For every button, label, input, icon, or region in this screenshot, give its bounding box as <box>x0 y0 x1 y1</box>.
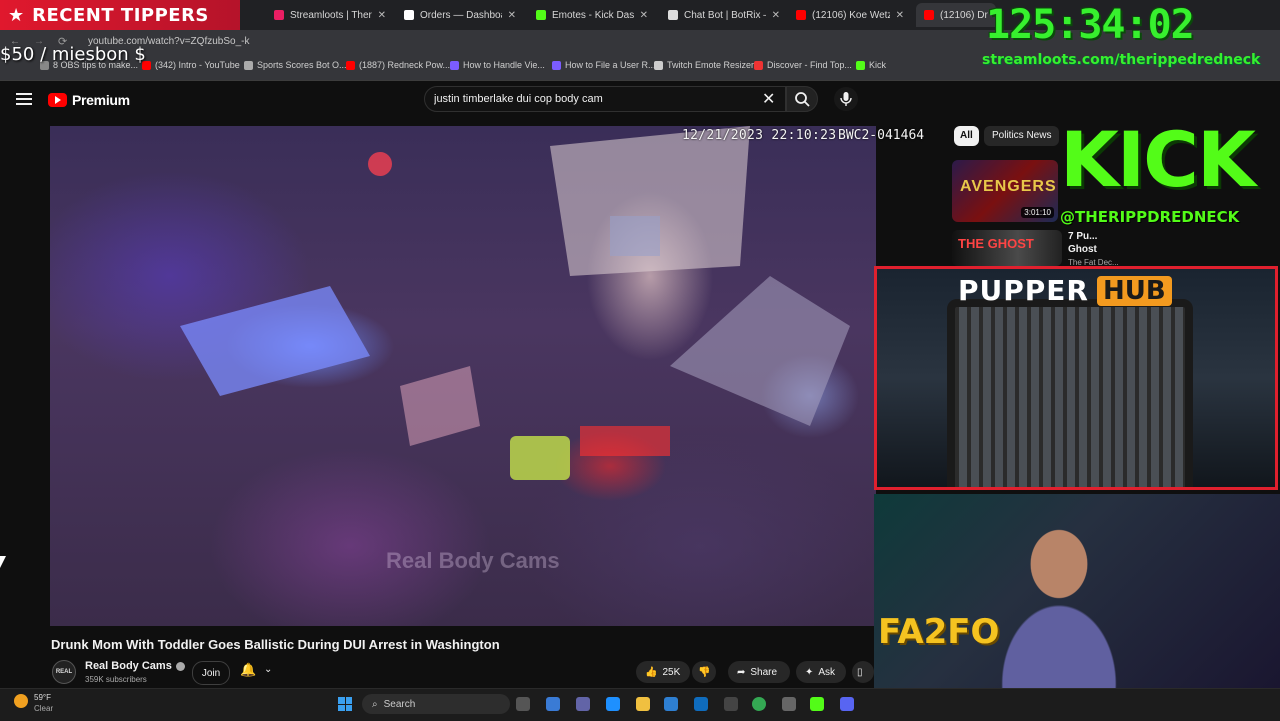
like-button[interactable]: 👍 25K <box>636 661 690 683</box>
taskbar-search[interactable]: ⌕ Search <box>362 694 510 714</box>
streamer <box>984 524 1134 688</box>
store-icon[interactable] <box>664 697 678 711</box>
tab-orders[interactable]: Orders — Dashboard✕ <box>396 3 524 27</box>
subscriber-count: 359K subscribers <box>85 675 147 684</box>
botrix-icon <box>668 10 678 20</box>
bodycam-id: BWC2-041464 <box>838 128 925 143</box>
kick-icon <box>856 60 865 70</box>
globe-icon <box>654 60 663 70</box>
duration-badge: 3:01:10 <box>1021 207 1054 218</box>
weather-icon[interactable] <box>14 694 28 708</box>
bookmark-icon: ▯ <box>857 666 863 678</box>
ask-button[interactable]: ✦ Ask <box>796 661 846 683</box>
join-button[interactable]: Join <box>192 661 230 685</box>
kick-icon[interactable] <box>810 697 824 711</box>
verified-icon <box>175 661 185 671</box>
tab-streamloots[interactable]: Streamloots | Therippe✕ <box>266 3 394 27</box>
tab-koe-wetzel[interactable]: (12106) Koe Wetzel - S✕ <box>788 3 912 27</box>
copilot-icon[interactable] <box>546 697 560 711</box>
chip-all[interactable]: All <box>954 126 979 146</box>
streamloots-icon <box>274 10 284 20</box>
close-icon[interactable]: ✕ <box>772 10 780 21</box>
sparkle-icon: ✦ <box>805 666 814 678</box>
recommended-thumbnail[interactable]: THE GHOST <box>952 230 1062 266</box>
youtube-icon <box>796 10 806 20</box>
page-icon <box>404 10 414 20</box>
search-input[interactable] <box>434 92 754 106</box>
streamer-webcam <box>874 494 1280 688</box>
youtube-icon <box>924 10 934 20</box>
bodycam-timestamp: 12/21/2023 22:10:23 <box>682 128 837 143</box>
twitch-icon <box>552 60 561 70</box>
kick-handle: @THERIPPDREDNECK <box>1060 208 1240 226</box>
tab-emotes[interactable]: Emotes - Kick Dashboa✕ <box>528 3 656 27</box>
streamloots-url: streamloots.com/therippedredneck <box>982 52 1261 68</box>
save-button[interactable]: ▯ <box>852 661 874 683</box>
weather-condition: Clear <box>34 704 54 713</box>
clear-search-icon[interactable]: ✕ <box>762 89 775 109</box>
thumbs-down-icon: 👎 <box>698 666 711 678</box>
weather-temperature: 59°F <box>34 693 51 702</box>
chevron-down-icon[interactable]: ⌄ <box>264 664 272 675</box>
twitch-icon <box>450 60 459 70</box>
search-icon <box>795 92 810 107</box>
voice-search-button[interactable] <box>834 87 858 111</box>
recommended-thumbnail[interactable]: AVENGERS 3:01:10 <box>952 160 1058 222</box>
channel-name[interactable]: Real Body Cams <box>85 660 185 672</box>
windows-start-icon[interactable] <box>338 697 352 711</box>
close-icon[interactable]: ✕ <box>508 10 516 21</box>
microphone-icon <box>840 92 852 106</box>
tipper-ticker: $50 / miesbon $ <box>0 44 146 65</box>
chip-politics-news[interactable]: Politics News <box>984 126 1060 146</box>
star-icon: ★ <box>8 4 25 25</box>
video-title: Drunk Mom With Toddler Goes Ballistic Du… <box>51 637 500 652</box>
kick-logo: KICK <box>1060 115 1256 204</box>
notification-bell-icon[interactable]: 🔔 <box>240 662 256 678</box>
channel-avatar[interactable]: REAL <box>52 660 76 684</box>
dislike-button[interactable]: 👎 <box>692 661 716 683</box>
channel-watermark: Real Body Cams <box>386 548 560 573</box>
bookmark-item[interactable]: Twitch Emote Resizer <box>654 60 754 70</box>
share-icon: ➦ <box>737 666 746 678</box>
youtube-play-icon <box>48 93 67 107</box>
bookmark-item[interactable]: Kick <box>856 60 886 70</box>
dog-crate <box>947 299 1193 487</box>
thumbs-up-icon: 👍 <box>645 666 658 678</box>
close-icon[interactable]: ✕ <box>640 10 648 21</box>
chrome-icon[interactable] <box>752 697 766 711</box>
discord-icon[interactable] <box>840 697 854 711</box>
subathon-timer: 125:34:02 <box>986 2 1195 48</box>
file-explorer-icon[interactable] <box>636 697 650 711</box>
recommended-title[interactable]: 7 Pu... Ghost <box>1068 230 1128 256</box>
task-view-icon[interactable] <box>516 697 530 711</box>
share-button[interactable]: ➦ Share <box>728 661 790 683</box>
discover-icon <box>754 60 763 70</box>
close-icon[interactable]: ✕ <box>896 10 904 21</box>
tab-drunk-active[interactable]: (12106) Drunk <box>916 3 996 27</box>
search-button[interactable] <box>786 86 818 112</box>
youtube-logo[interactable]: Premium <box>48 90 130 110</box>
recent-tippers-banner: ★ RECENT TIPPERS <box>0 0 240 30</box>
edge-icon[interactable] <box>606 697 620 711</box>
menu-icon[interactable] <box>16 90 32 108</box>
outlook-icon[interactable] <box>694 697 708 711</box>
kick-icon <box>536 10 546 20</box>
bookmark-item[interactable]: How to File a User R... <box>552 60 656 70</box>
close-icon[interactable]: ✕ <box>378 10 386 21</box>
neon-sign: FA2FO <box>878 612 1000 652</box>
mouse-cursor <box>0 556 6 568</box>
pupper-hub-label: PUPPER HUB <box>958 274 1172 307</box>
tab-botrix[interactable]: Chat Bot | BotRix — Cl✕ <box>660 3 788 27</box>
teams-icon[interactable] <box>576 697 590 711</box>
app-icon[interactable] <box>782 697 796 711</box>
search-icon: ⌕ <box>372 698 378 710</box>
bookmark-item[interactable]: How to Handle Vie... <box>450 60 545 70</box>
obs-icon[interactable] <box>724 697 738 711</box>
bookmark-item[interactable]: Discover - Find Top... <box>754 60 852 70</box>
